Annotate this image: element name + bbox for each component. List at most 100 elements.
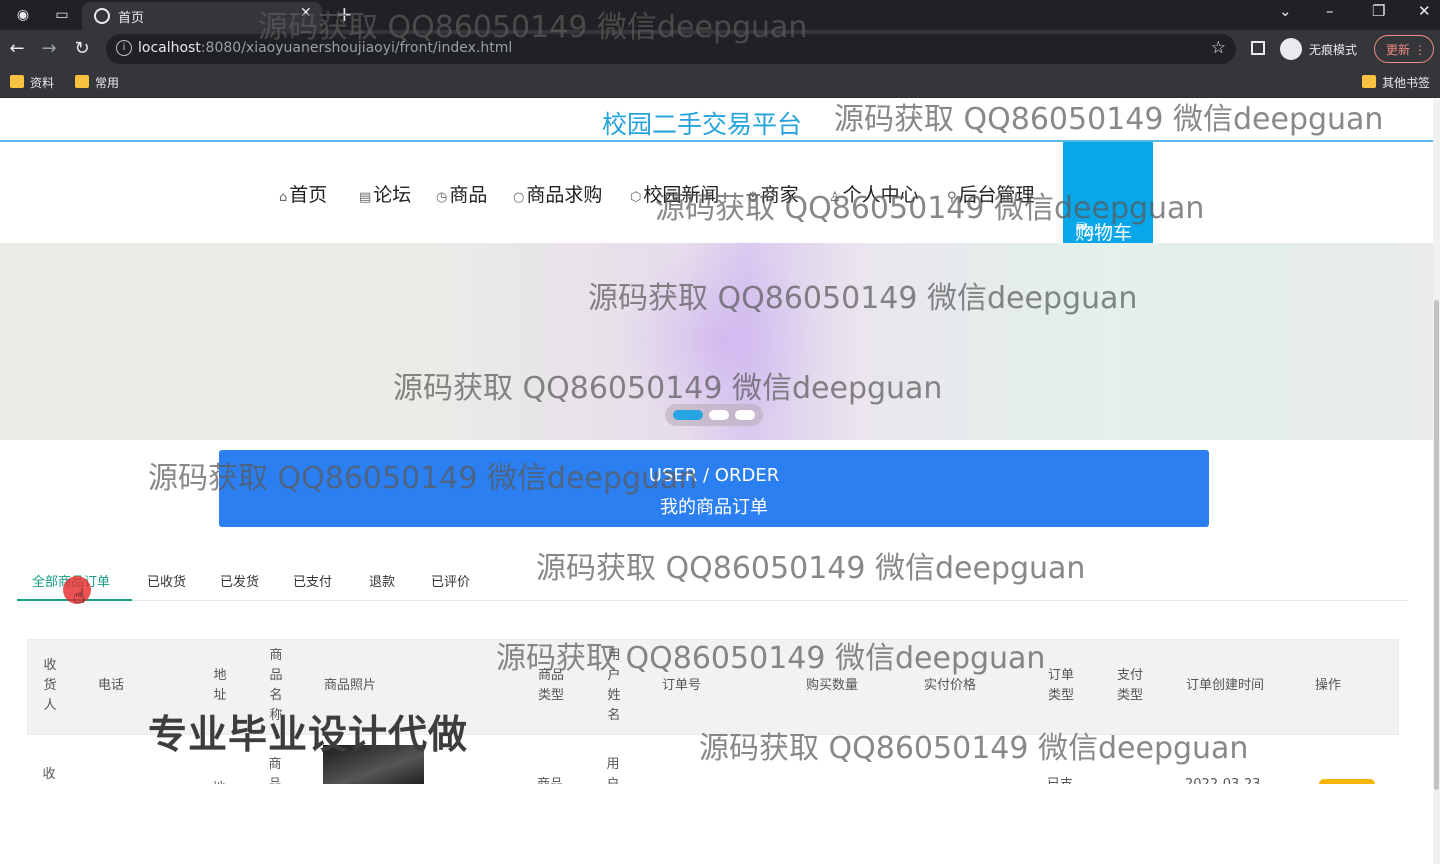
update-button[interactable]: 更新 ⋮ — [1374, 35, 1434, 63]
nav-cart[interactable]: ⛍ 购物车 — [1063, 142, 1153, 244]
order-header-en: USER / ORDER — [648, 465, 780, 486]
order-status-tabs: 全部商品订单 已收货 已发货 已支付 退款 已评价 — [17, 569, 1408, 601]
other-bookmarks[interactable]: 其他书签 — [1360, 74, 1430, 91]
product-icon: ◷ — [436, 190, 448, 205]
cell-order-type: 已支 — [1045, 775, 1075, 784]
nav-label: 校园新闻 — [643, 184, 720, 206]
bookmark-folder-changyong[interactable]: 常用 — [73, 74, 119, 91]
close-window-button[interactable]: ✕ — [1418, 2, 1431, 20]
nav-label: 商品 — [449, 184, 488, 206]
globe-icon — [94, 8, 110, 24]
col-order-type: 订单类型 — [1047, 668, 1074, 703]
nav-label: 个人中心 — [842, 184, 919, 206]
nav-home[interactable]: ⌂ 首页 — [279, 180, 327, 207]
wanted-icon: ○ — [513, 190, 525, 205]
nav-merchant[interactable]: ⚙ 商家 — [747, 180, 799, 207]
site-title: 校园二手交易平台 — [602, 110, 803, 139]
other-bookmarks-label: 其他书签 — [1382, 76, 1431, 90]
col-pay-type: 支付类型 — [1116, 668, 1143, 703]
tab-refund[interactable]: 退款 — [369, 571, 395, 590]
user-icon: ♙ — [829, 190, 841, 205]
tab-paid[interactable]: 已支付 — [293, 571, 332, 590]
close-tab-icon[interactable]: ✕ — [300, 5, 312, 21]
address-bar[interactable]: i localhost:8080/xiaoyuanershoujiaoyi/fr… — [106, 34, 1236, 64]
bookmark-label: 常用 — [95, 76, 120, 90]
browser-menu-icon[interactable]: ◉ — [14, 6, 32, 24]
nav-label: 首页 — [289, 184, 328, 206]
col-address: 地址 — [213, 668, 227, 703]
col-product-photo: 商品照片 — [324, 678, 377, 693]
col-created-time: 订单创建时间 — [1186, 678, 1265, 693]
nav-products[interactable]: ◷ 商品 — [436, 180, 487, 207]
cell-created-time: 2022-03-23 — [1185, 775, 1261, 784]
tab-strip-icon[interactable]: ▭ — [53, 6, 71, 24]
browser-tab-bar: ◉ ▭ 首页 ✕ + ⌄ – ❐ ✕ — [0, 0, 1440, 30]
order-section-header: USER / ORDER 我的商品订单 — [219, 450, 1209, 527]
col-actions: 操作 — [1315, 678, 1342, 693]
incognito-label: 无痕模式 — [1309, 43, 1358, 57]
bookmark-folder-ziliao[interactable]: 资料 — [8, 74, 54, 91]
browser-tab-title: 首页 — [118, 11, 145, 26]
site-info-icon[interactable]: i — [116, 40, 132, 56]
back-button[interactable]: ← — [6, 38, 28, 59]
nav-profile[interactable]: ♙ 个人中心 — [829, 180, 919, 207]
new-tab-button[interactable]: + — [336, 2, 353, 26]
bookmark-star-icon[interactable]: ☆ — [1211, 38, 1226, 58]
nav-label: 后台管理 — [958, 184, 1035, 206]
carousel-dot-1[interactable] — [673, 410, 703, 420]
order-header-cn: 我的商品订单 — [660, 497, 768, 518]
col-user-name: 用户姓名 — [607, 648, 621, 723]
nav-label: 商家 — [760, 184, 799, 206]
nav-forum[interactable]: ▤ 论坛 — [359, 180, 411, 207]
news-icon: ⬡ — [630, 190, 642, 205]
merchant-icon: ⚙ — [747, 190, 759, 205]
incognito-icon[interactable] — [1280, 38, 1302, 60]
web-page: 校园二手交易平台 ⌂ 首页 ▤ 论坛 ◷ 商品 ○ 商品求购 ⬡ 校园新闻 ⚙ 商家 ♙ 个人… — [0, 99, 1440, 864]
bookmark-label: 资料 — [30, 76, 55, 90]
forum-icon: ▤ — [359, 190, 372, 205]
reload-button[interactable]: ↻ — [71, 38, 93, 59]
side-panel-icon[interactable] — [1251, 41, 1265, 55]
nav-admin[interactable]: ⚲ 后台管理 — [947, 180, 1035, 207]
carousel-dot-2[interactable] — [709, 410, 729, 420]
main-nav: ⌂ 首页 ▤ 论坛 ◷ 商品 ○ 商品求购 ⬡ 校园新闻 ⚙ 商家 ♙ 个人中心 ⚲ 后台管理 … — [0, 142, 1433, 244]
col-phone: 电话 — [98, 678, 125, 693]
order-action-button[interactable] — [1319, 779, 1375, 784]
forward-button[interactable]: → — [38, 38, 60, 59]
col-paid-price: 实付价格 — [924, 678, 977, 693]
update-label: 更新 — [1386, 43, 1411, 57]
cell-product-type: 商品 — [535, 775, 565, 784]
cell-user-name: 用户 — [606, 757, 620, 784]
cart-text: 购物车 — [1075, 222, 1133, 244]
admin-icon: ⚲ — [947, 190, 957, 205]
folder-icon — [10, 75, 24, 88]
col-quantity: 购买数量 — [806, 678, 859, 693]
browser-toolbar: ← → ↻ i localhost:8080/xiaoyuanershoujia… — [0, 30, 1440, 68]
carousel-indicators — [665, 404, 763, 426]
restore-button[interactable]: ❐ — [1372, 2, 1385, 20]
minimize-button[interactable]: – — [1326, 2, 1334, 20]
tab-reviewed[interactable]: 已评价 — [431, 571, 470, 590]
browser-tab[interactable]: 首页 ✕ — [82, 2, 322, 30]
tab-search-icon[interactable]: ⌄ — [1279, 2, 1292, 20]
nav-label: 商品求购 — [526, 184, 603, 206]
hero-carousel[interactable] — [0, 243, 1433, 440]
cell-consignee: 收 — [42, 767, 56, 782]
col-order-no: 订单号 — [662, 678, 702, 693]
carousel-dot-3[interactable] — [735, 410, 755, 420]
url-text[interactable]: localhost:8080/xiaoyuanershoujiaoyi/fron… — [138, 40, 512, 56]
folder-icon — [75, 75, 89, 88]
nav-wanted[interactable]: ○ 商品求购 — [513, 180, 602, 207]
tab-shipped[interactable]: 已发货 — [220, 571, 259, 590]
nav-news[interactable]: ⬡ 校园新闻 — [630, 180, 719, 207]
hand-cursor-icon: ☝ — [73, 584, 86, 608]
scrollbar-thumb[interactable] — [1434, 300, 1439, 790]
url-host: localhost — [138, 40, 201, 56]
col-product-type: 商品类型 — [537, 668, 564, 703]
home-icon: ⌂ — [279, 190, 288, 205]
bookmarks-bar: 资料 常用 其他书签 — [0, 68, 1440, 98]
col-consignee: 收货人 — [43, 658, 57, 713]
nav-label: 论坛 — [373, 184, 412, 206]
folder-icon — [1362, 75, 1376, 88]
tab-received[interactable]: 已收货 — [147, 571, 186, 590]
